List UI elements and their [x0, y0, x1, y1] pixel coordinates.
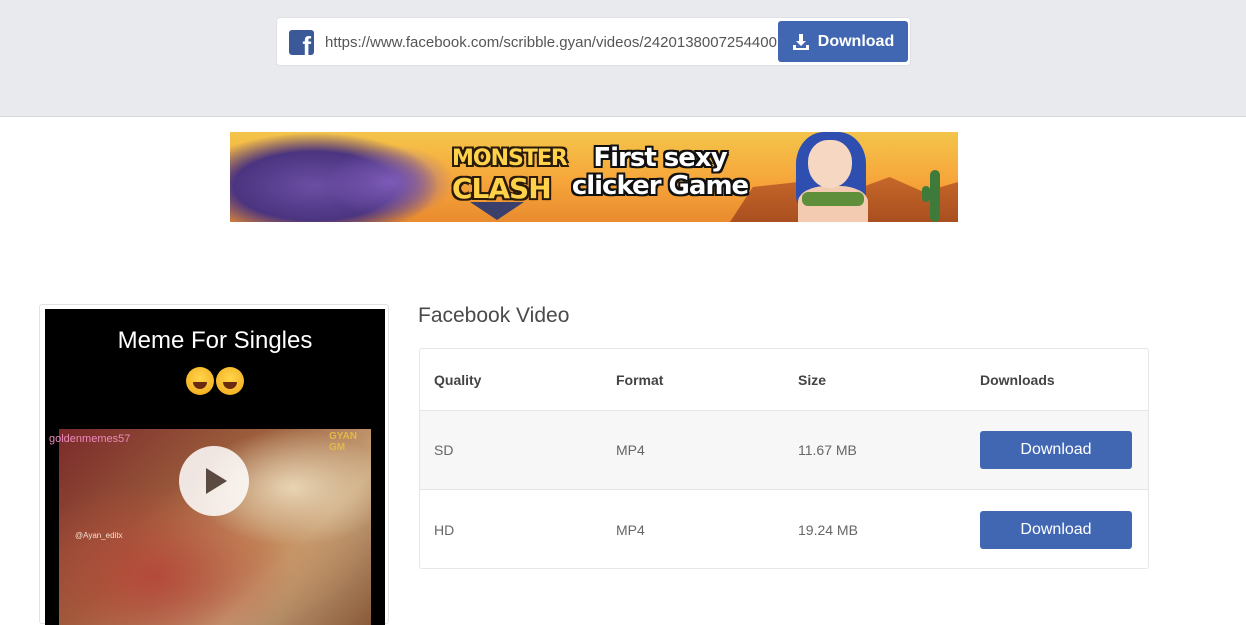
play-button[interactable]	[179, 446, 249, 516]
ad-cactus	[922, 170, 940, 222]
download-cell: Download	[980, 411, 1132, 489]
watermark-line1: GYAN	[329, 431, 357, 442]
column-header-quality: Quality	[434, 371, 482, 388]
facebook-icon: f	[289, 30, 314, 55]
download-sd-button[interactable]: Download	[980, 431, 1132, 469]
column-header-downloads: Downloads	[980, 371, 1055, 388]
table-header-row: Quality Format Size Downloads	[420, 349, 1148, 411]
results-title: Facebook Video	[418, 304, 570, 327]
quality-cell: SD	[434, 442, 454, 458]
download-options-table: Quality Format Size Downloads SD MP4 11.…	[419, 348, 1149, 569]
top-bar: f Download	[0, 0, 1246, 117]
ad-character-outfit	[802, 192, 864, 206]
download-submit-label: Download	[817, 32, 895, 50]
ad-tagline-line2: clicker Game	[571, 171, 749, 201]
watermark-line2: GM	[329, 442, 346, 453]
ad-tagline-line1: First sexy	[593, 143, 727, 173]
table-row: SD MP4 11.67 MB Download	[420, 411, 1148, 490]
column-header-format: Format	[616, 371, 664, 388]
thumbnail-caption: Meme For Singles	[117, 327, 313, 354]
video-url-input[interactable]	[325, 28, 777, 56]
laughing-emojis	[45, 367, 385, 402]
ad-dragon-art-2	[320, 142, 460, 222]
ad-logo-line2: CLASH	[452, 172, 552, 205]
ad-logo-line1: MONSTER	[452, 146, 568, 171]
download-submit-button[interactable]: Download	[778, 21, 908, 62]
url-search-box: f Download	[276, 17, 911, 66]
instagram-handle: goldenmemes57	[49, 433, 131, 445]
video-thumbnail-card: Meme For Singles goldenmemes57 GYAN GM @…	[39, 304, 389, 625]
laughing-emoji-icon	[216, 367, 244, 395]
ad-character-face	[808, 140, 852, 188]
laughing-emoji-icon	[186, 367, 214, 395]
download-icon	[792, 33, 809, 50]
banner-ad[interactable]: MONSTER CLASH First sexy clicker Game	[230, 132, 958, 222]
ad-character-art	[778, 132, 888, 222]
format-cell: MP4	[616, 442, 645, 458]
column-header-size: Size	[798, 371, 827, 388]
size-cell: 11.67 MB	[798, 442, 857, 458]
format-cell: MP4	[616, 521, 645, 538]
ad-game-logo: MONSTER CLASH	[452, 138, 568, 220]
ad-tagline: First sexy clicker Game	[560, 144, 760, 200]
table-row: HD MP4 19.24 MB Download	[420, 490, 1148, 568]
video-thumbnail[interactable]: Meme For Singles goldenmemes57 GYAN GM @…	[45, 309, 385, 625]
channel-watermark: GYAN GM	[329, 431, 357, 453]
ad-logo-shield	[470, 202, 524, 220]
editor-credit: @Ayan_editx	[75, 531, 123, 540]
play-icon	[206, 468, 227, 494]
download-hd-button[interactable]: Download	[980, 510, 1132, 549]
download-cell: Download	[980, 490, 1132, 568]
size-cell: 19.24 MB	[798, 521, 858, 538]
quality-cell: HD	[434, 521, 455, 538]
